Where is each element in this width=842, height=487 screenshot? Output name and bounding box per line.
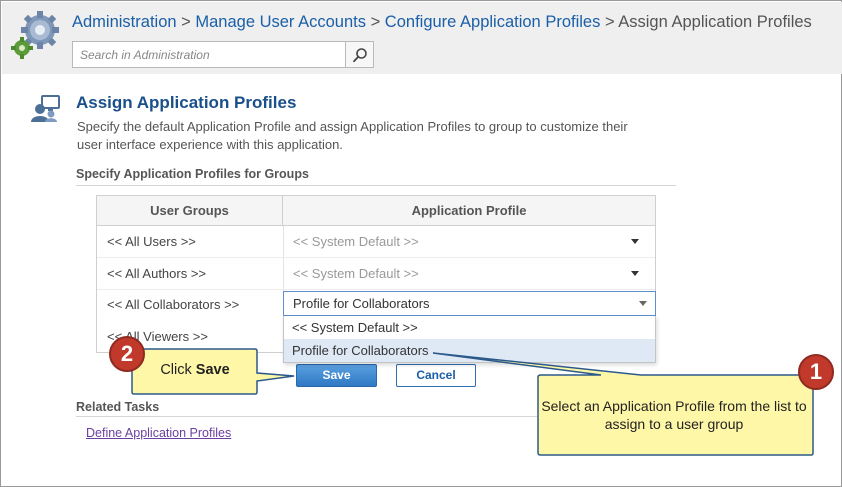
- dropdown-arrow-icon: [639, 301, 647, 306]
- callout-2-text: Click Save: [135, 362, 255, 378]
- breadcrumb-separator: >: [181, 13, 191, 31]
- breadcrumb-configure-application-profiles[interactable]: Configure Application Profiles: [385, 13, 601, 31]
- cancel-button[interactable]: Cancel: [396, 364, 476, 387]
- profile-select-value: << System Default >>: [293, 266, 419, 281]
- breadcrumb-manage-user-accounts[interactable]: Manage User Accounts: [195, 13, 366, 31]
- group-name: << All Authors >>: [107, 266, 207, 281]
- breadcrumb-administration[interactable]: Administration: [72, 13, 177, 31]
- callout-2-bold: Save: [195, 362, 230, 378]
- profile-dropdown-list: << System Default >> Profile for Collabo…: [283, 316, 656, 363]
- table-row: << All Authors >> << System Default >>: [97, 258, 655, 289]
- header: Administration > Manage User Accounts > …: [2, 2, 842, 74]
- table-row: << All Users >> << System Default >>: [97, 226, 655, 257]
- breadcrumb-separator: >: [370, 13, 381, 31]
- table-header: User Groups Application Profile: [97, 196, 655, 226]
- profile-select[interactable]: << System Default >>: [283, 226, 655, 257]
- dropdown-option[interactable]: << System Default >>: [284, 316, 655, 339]
- page-description: Specify the default Application Profile …: [77, 119, 628, 152]
- dropdown-arrow-icon: [631, 239, 639, 244]
- step-badge-2: 2: [109, 336, 145, 372]
- profile-select-open[interactable]: Profile for Collaborators: [283, 291, 656, 316]
- search-box: [72, 41, 374, 68]
- callout-2-prefix: Click: [160, 362, 192, 378]
- profile-select-value: << System Default >>: [293, 234, 419, 249]
- dropdown-arrow-icon: [631, 271, 639, 276]
- window-frame: Administration > Manage User Accounts > …: [0, 0, 842, 487]
- section-divider: [76, 185, 676, 186]
- user-profile-monitor-icon: [31, 95, 60, 122]
- column-header-user-groups: User Groups: [97, 196, 283, 225]
- breadcrumb-current: Assign Application Profiles: [618, 13, 812, 31]
- save-button[interactable]: Save: [296, 364, 377, 387]
- define-application-profiles-link[interactable]: Define Application Profiles: [86, 426, 231, 440]
- page-title: Assign Application Profiles: [76, 93, 297, 112]
- callout-1-text: Select an Application Profile from the l…: [541, 398, 807, 432]
- related-tasks-title: Related Tasks: [76, 400, 160, 414]
- search-button[interactable]: [345, 42, 373, 67]
- search-input[interactable]: [73, 42, 346, 67]
- search-icon: [352, 47, 367, 62]
- breadcrumb-separator: >: [604, 13, 615, 31]
- administration-gears-icon: [11, 11, 59, 59]
- profile-select-value: Profile for Collaborators: [293, 296, 430, 311]
- group-name: << All Users >>: [107, 234, 196, 249]
- column-header-application-profile: Application Profile: [411, 203, 527, 218]
- step-badge-1: 1: [798, 354, 834, 390]
- group-name: << All Collaborators >>: [107, 297, 240, 312]
- breadcrumb: Administration > Manage User Accounts > …: [72, 13, 812, 32]
- section-title: Specify Application Profiles for Groups: [76, 167, 309, 181]
- profile-select[interactable]: << System Default >>: [283, 258, 655, 289]
- dropdown-option-selected[interactable]: Profile for Collaborators: [284, 339, 655, 362]
